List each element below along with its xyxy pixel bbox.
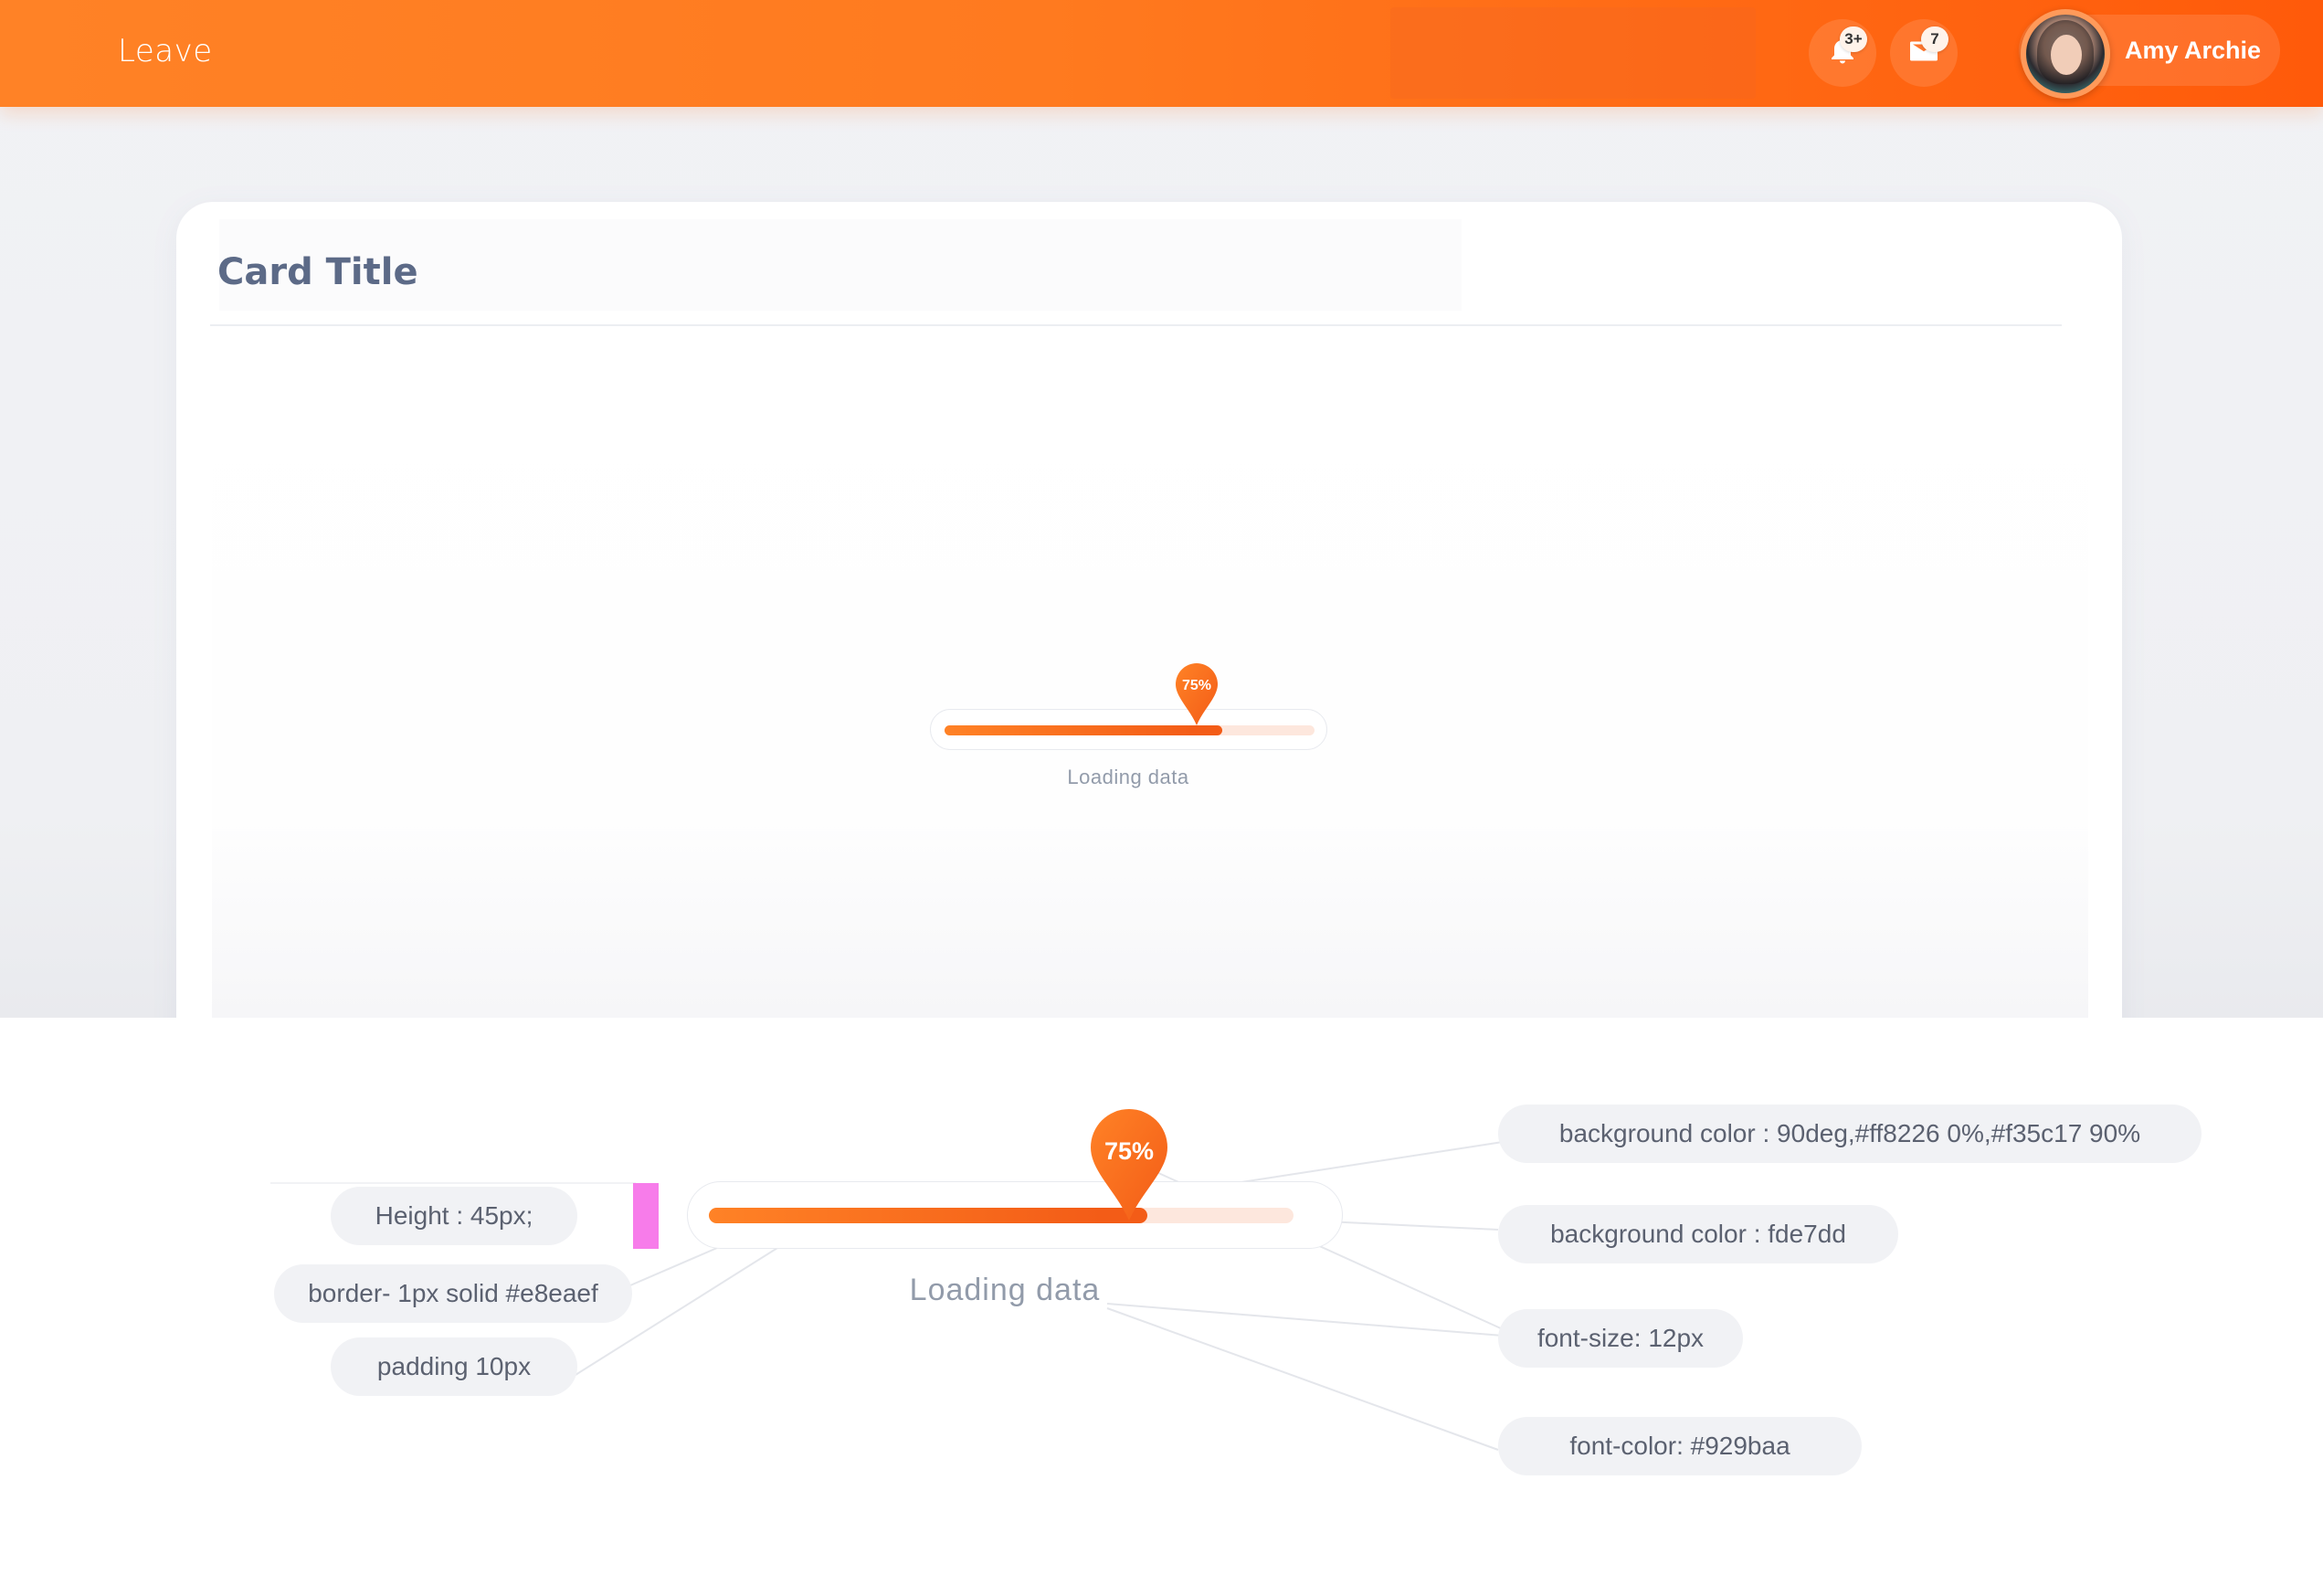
annotation-font-size: font-size: 12px (1498, 1309, 1743, 1368)
height-marker (633, 1183, 659, 1249)
card-body (212, 340, 2088, 1018)
header-search-area (1390, 7, 1756, 99)
messages-badge: 7 (1921, 26, 1948, 52)
annotation-height: Height : 45px; (331, 1187, 577, 1245)
progress-fill-spec (709, 1208, 1147, 1223)
annotation-track-color: background color : fde7dd (1498, 1205, 1898, 1263)
progress-bar (930, 709, 1327, 750)
notifications-badge: 3+ (1840, 26, 1867, 52)
progress-track (945, 725, 1315, 735)
annotation-fill-gradient: background color : 90deg,#ff8226 0%,#f35… (1498, 1105, 2202, 1163)
progress-label-spec: Loading data (909, 1273, 1101, 1307)
annotation-padding: padding 10px (331, 1337, 577, 1396)
card-divider (210, 324, 2062, 326)
progress-pin: 75% (1174, 661, 1220, 727)
progress-percent-spec: 75% (1103, 1137, 1155, 1165)
notifications-button[interactable]: 3+ (1809, 19, 1876, 87)
top-header: Leave 3+ 7 Amy Archie (0, 0, 2323, 107)
user-name[interactable]: Amy Archie (2125, 37, 2261, 65)
progress-bar-spec (687, 1181, 1343, 1249)
app-screenshot: Leave 3+ 7 Amy Archie Card Title 75% Loa… (0, 0, 2323, 1018)
avatar[interactable] (2021, 9, 2110, 99)
app-brand[interactable]: Leave (118, 33, 213, 69)
progress-pin-spec: 75% (1089, 1107, 1169, 1222)
messages-button[interactable]: 7 (1890, 19, 1958, 87)
progress-percent: 75% (1181, 678, 1212, 693)
annotation-border: border- 1px solid #e8eaef (274, 1264, 632, 1323)
height-guide-line (270, 1182, 636, 1184)
annotation-font-color: font-color: #929baa (1498, 1417, 1862, 1475)
card-title: Card Title (217, 251, 418, 293)
progress-label: Loading data (1067, 766, 1189, 788)
progress-track-spec (709, 1208, 1293, 1223)
